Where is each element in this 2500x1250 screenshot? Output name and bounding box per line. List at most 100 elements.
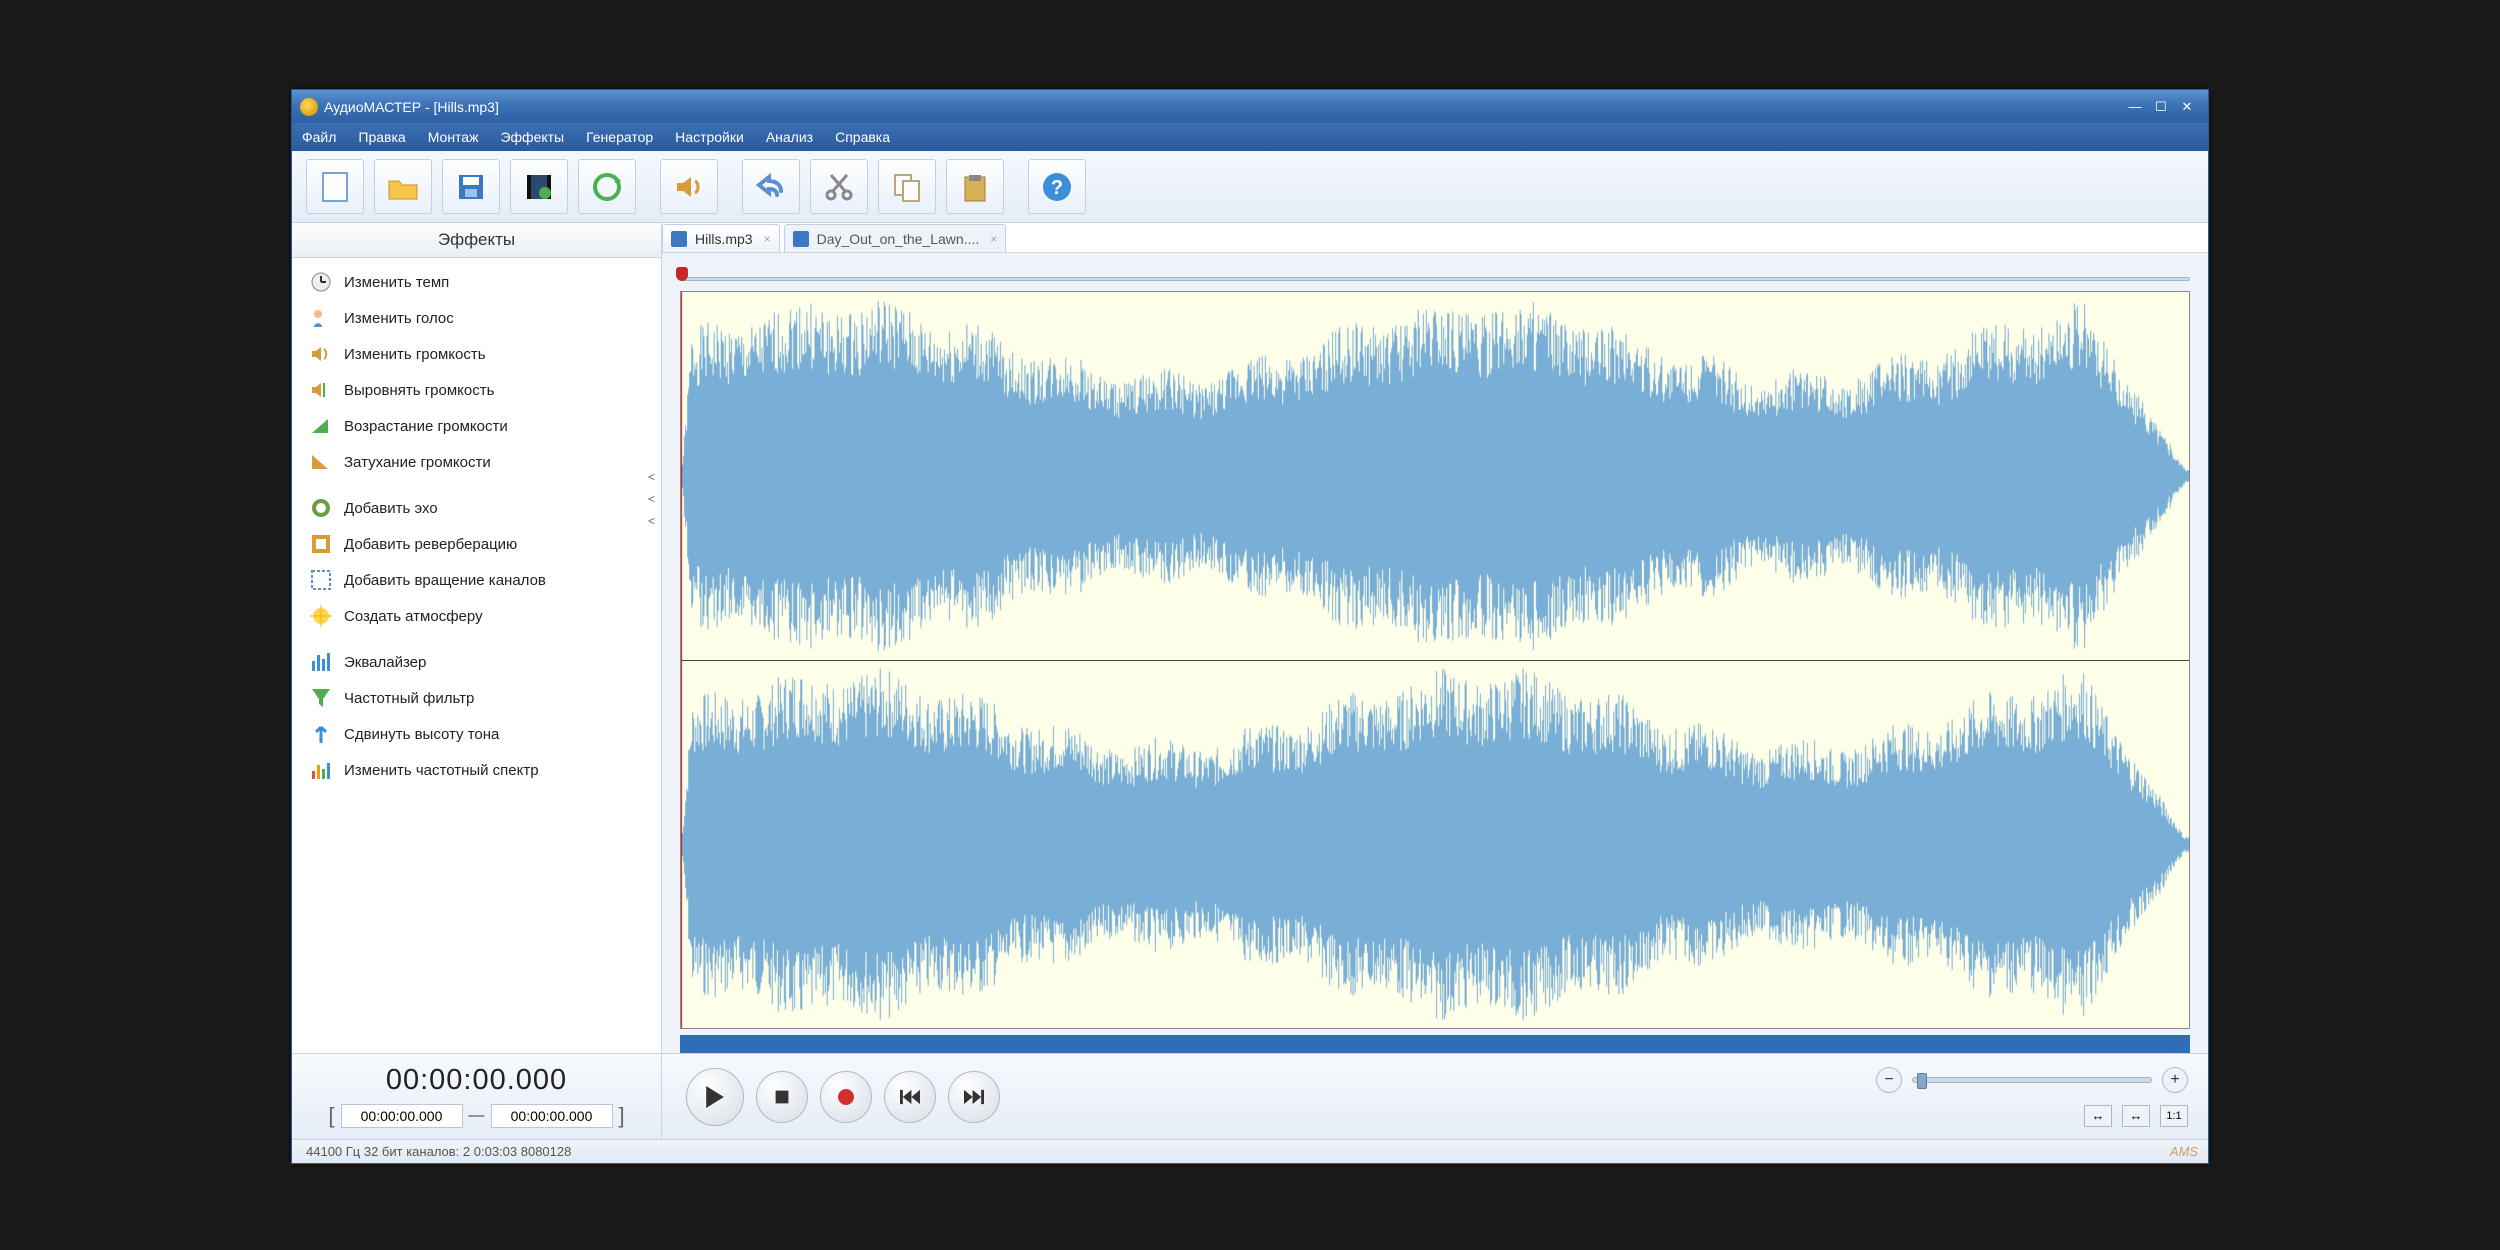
toolbar-video-button[interactable] — [510, 159, 568, 214]
horizontal-scrollbar[interactable] — [680, 1035, 2190, 1053]
toolbar-refresh-button[interactable] — [578, 159, 636, 214]
audio-file-icon — [793, 231, 809, 247]
app-window: АудиоМАСТЕР - [Hills.mp3] — ☐ ✕ Файл Прав… — [291, 89, 2209, 1164]
effect-voice[interactable]: Изменить голос — [292, 300, 661, 336]
filter-icon — [310, 687, 332, 709]
new-icon — [317, 169, 353, 205]
control-bar: 00:00:00.000 [ — ] — [292, 1053, 2208, 1139]
voice-icon — [310, 307, 332, 329]
editor-pane: Hills.mp3×Day_Out_on_the_Lawn....× — [662, 223, 2208, 1053]
record-icon — [836, 1087, 856, 1107]
pitch-icon — [310, 723, 332, 745]
echo-icon — [310, 497, 332, 519]
menu-Файл[interactable]: Файл — [302, 129, 336, 145]
spectrum-icon — [310, 759, 332, 781]
save-icon — [453, 169, 489, 205]
tab-Day_Out_on_the_Lawn....[interactable]: Day_Out_on_the_Lawn....× — [784, 224, 1007, 252]
menu-Правка[interactable]: Правка — [358, 129, 405, 145]
clock-icon — [310, 271, 332, 293]
refresh-icon — [589, 169, 625, 205]
close-button[interactable]: ✕ — [2176, 98, 2198, 116]
minimize-button[interactable]: — — [2124, 98, 2146, 116]
menu-Анализ[interactable]: Анализ — [766, 129, 813, 145]
toolbar-paste-button[interactable] — [946, 159, 1004, 214]
status-text: 44100 Гц 32 бит каналов: 2 0:03:03 80801… — [306, 1144, 571, 1159]
time-panel: 00:00:00.000 [ — ] — [292, 1054, 662, 1139]
tab-Hills.mp3[interactable]: Hills.mp3× — [662, 224, 780, 252]
transport-controls — [686, 1068, 1000, 1126]
range-sep: — — [469, 1107, 485, 1125]
menu-Монтаж[interactable]: Монтаж — [428, 129, 479, 145]
effect-pitch[interactable]: Сдвинуть высоту тона — [292, 716, 661, 752]
stop-icon — [774, 1089, 790, 1105]
range-start-input[interactable] — [341, 1104, 463, 1128]
toolbar-save-button[interactable] — [442, 159, 500, 214]
eq-icon — [310, 651, 332, 673]
tab-close-icon[interactable]: × — [990, 232, 997, 246]
playhead-marker[interactable] — [676, 267, 688, 281]
effect-filter[interactable]: Частотный фильтр — [292, 680, 661, 716]
cut-icon — [821, 169, 857, 205]
toolbar-copy-button[interactable] — [878, 159, 936, 214]
window-title: АудиоМАСТЕР - [Hills.mp3] — [324, 99, 499, 115]
scroll-left-button[interactable]: ↔ — [2084, 1105, 2112, 1127]
record-button[interactable] — [820, 1071, 872, 1123]
open-icon — [385, 169, 421, 205]
maximize-button[interactable]: ☐ — [2150, 98, 2172, 116]
prev-button[interactable] — [884, 1071, 936, 1123]
undo-icon — [753, 169, 789, 205]
effect-volnorm[interactable]: Выровнять громкость — [292, 372, 661, 408]
toolbar-speaker-button[interactable] — [660, 159, 718, 214]
zoom-1to1-button[interactable]: 1:1 — [2160, 1105, 2188, 1127]
effect-eq[interactable]: Эквалайзер — [292, 644, 661, 680]
toolbar-help-button[interactable]: ? — [1028, 159, 1086, 214]
paste-icon — [957, 169, 993, 205]
waveform-display[interactable] — [680, 291, 2190, 1029]
effect-rotate[interactable]: Добавить вращение каналов — [292, 562, 661, 598]
video-icon — [521, 169, 557, 205]
stop-button[interactable] — [756, 1071, 808, 1123]
audio-file-icon — [671, 231, 687, 247]
zoom-slider[interactable] — [1912, 1077, 2152, 1083]
effects-sidebar: Эффекты Изменить темпИзменить голосИзмен… — [292, 223, 662, 1053]
range-end-input[interactable] — [491, 1104, 613, 1128]
menu-Генератор[interactable]: Генератор — [586, 129, 653, 145]
skip-prev-icon — [900, 1089, 920, 1105]
zoom-in-button[interactable]: + — [2162, 1067, 2188, 1093]
timeline[interactable] — [680, 269, 2190, 287]
play-button[interactable] — [686, 1068, 744, 1126]
effect-fadeout[interactable]: Затухание громкости — [292, 444, 661, 480]
fadein-icon — [310, 415, 332, 437]
zoom-controls: − + ↔ ↔ 1:1 — [1848, 1067, 2188, 1127]
zoom-out-button[interactable]: − — [1876, 1067, 1902, 1093]
toolbar-cut-button[interactable] — [810, 159, 868, 214]
copy-icon — [889, 169, 925, 205]
effect-echo[interactable]: Добавить эхо — [292, 490, 661, 526]
volnorm-icon — [310, 379, 332, 401]
effect-atmos[interactable]: Создать атмосферу — [292, 598, 661, 634]
collapse-chevron-icon[interactable]: < — [648, 470, 655, 484]
effect-vol[interactable]: Изменить громкость — [292, 336, 661, 372]
menu-Эффекты[interactable]: Эффекты — [500, 129, 564, 145]
app-icon — [300, 98, 318, 116]
toolbar-undo-button[interactable] — [742, 159, 800, 214]
next-button[interactable] — [948, 1071, 1000, 1123]
effect-spectrum[interactable]: Изменить частотный спектр — [292, 752, 661, 788]
titlebar: АудиоМАСТЕР - [Hills.mp3] — ☐ ✕ — [292, 90, 2208, 123]
menubar: Файл Правка Монтаж Эффекты Генератор Настройк… — [292, 123, 2208, 151]
vol-icon — [310, 343, 332, 365]
tab-close-icon[interactable]: × — [764, 232, 771, 246]
menu-Справка[interactable]: Справка — [835, 129, 890, 145]
speaker-icon — [671, 169, 707, 205]
toolbar-new-button[interactable] — [306, 159, 364, 214]
svg-text:?: ? — [1051, 177, 1063, 199]
toolbar: ? — [292, 151, 2208, 223]
atmos-icon — [310, 605, 332, 627]
scroll-right-button[interactable]: ↔ — [2122, 1105, 2150, 1127]
toolbar-open-button[interactable] — [374, 159, 432, 214]
menu-Настройки[interactable]: Настройки — [675, 129, 744, 145]
effect-clock[interactable]: Изменить темп — [292, 264, 661, 300]
effects-list: Изменить темпИзменить голосИзменить гром… — [292, 258, 661, 1053]
effect-reverb[interactable]: Добавить реверберацию — [292, 526, 661, 562]
effect-fadein[interactable]: Возрастание громкости — [292, 408, 661, 444]
